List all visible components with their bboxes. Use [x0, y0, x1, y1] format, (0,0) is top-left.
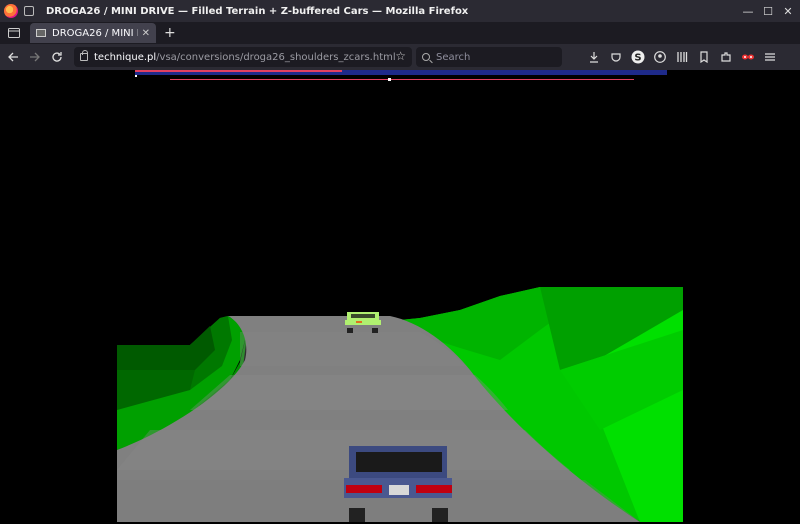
url-path: /vsa/conversions/droga26_shoulders_zcars…	[156, 51, 396, 63]
url-host: technique.pl	[94, 51, 157, 63]
window-menu-icon[interactable]	[24, 6, 34, 16]
maximize-button[interactable]: ☐	[760, 3, 776, 19]
search-bar[interactable]	[416, 47, 562, 67]
menu-icon[interactable]	[762, 48, 778, 66]
minimize-button[interactable]: —	[740, 3, 756, 19]
page-favicon-icon	[36, 29, 46, 37]
window-titlebar: DROGA26 / MINI DRIVE — Filled Terrain + …	[0, 0, 800, 22]
page-content	[0, 70, 800, 524]
s-badge-icon[interactable]: S	[630, 48, 646, 66]
firefox-icon	[4, 4, 18, 18]
tab-bar: DROGA26 / MINI DRIVE ✕ +	[0, 22, 800, 44]
lock-icon	[80, 50, 88, 61]
reload-button[interactable]	[48, 48, 66, 66]
forward-arrow-icon	[30, 52, 40, 62]
account-icon[interactable]	[652, 48, 668, 66]
navigation-toolbar: technique.pl/vsa/conversions/droga26_sho…	[0, 44, 800, 70]
close-button[interactable]: ✕	[780, 3, 796, 19]
bookmark-panel-icon[interactable]	[696, 48, 712, 66]
svg-text:S: S	[634, 53, 641, 64]
tab-title: DROGA26 / MINI DRIVE	[52, 27, 138, 39]
tab-droga26[interactable]: DROGA26 / MINI DRIVE ✕	[30, 23, 156, 43]
forward-button[interactable]	[26, 48, 44, 66]
search-icon	[422, 53, 430, 61]
extensions-icon[interactable]	[718, 48, 734, 66]
search-input[interactable]	[436, 51, 546, 63]
tab-list-icon	[8, 28, 20, 38]
new-tab-button[interactable]: +	[164, 25, 176, 41]
library-icon[interactable]	[674, 48, 690, 66]
pocket-icon[interactable]	[608, 48, 624, 66]
download-icon[interactable]	[586, 48, 602, 66]
back-button[interactable]	[4, 48, 22, 66]
tab-list-button[interactable]	[6, 25, 22, 41]
url-bar[interactable]: technique.pl/vsa/conversions/droga26_sho…	[74, 47, 412, 67]
game-viewport[interactable]	[0, 70, 800, 524]
mask-icon[interactable]	[740, 48, 756, 66]
back-arrow-icon	[8, 52, 18, 62]
tab-close-button[interactable]: ✕	[142, 28, 150, 39]
bookmark-star-icon[interactable]: ☆	[395, 49, 406, 63]
url-text[interactable]: technique.pl/vsa/conversions/droga26_sho…	[94, 52, 396, 63]
reload-icon	[52, 52, 62, 62]
window-title: DROGA26 / MINI DRIVE — Filled Terrain + …	[46, 5, 469, 17]
